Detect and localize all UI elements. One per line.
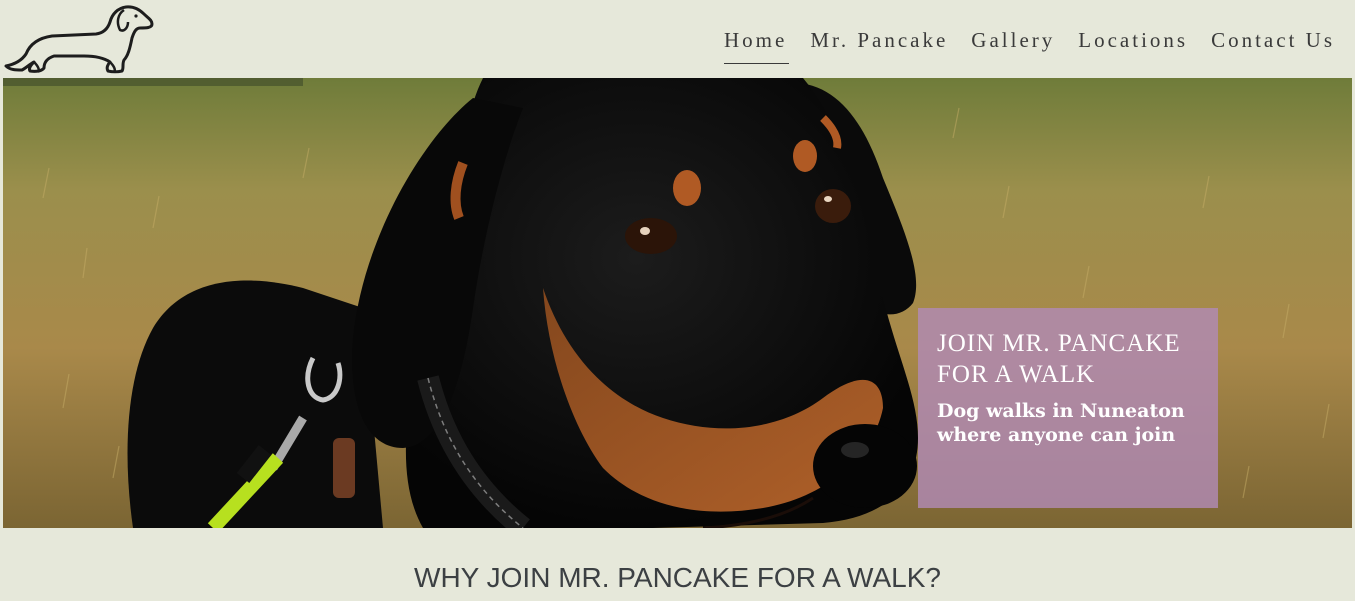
hero-banner: JOIN MR. PANCAKE FOR A WALK Dog walks in… — [3, 78, 1352, 528]
nav-item-mr-pancake[interactable]: Mr. Pancake — [810, 26, 948, 54]
page: Home Mr. Pancake Gallery Locations Conta… — [0, 0, 1355, 601]
nav-item-gallery[interactable]: Gallery — [971, 26, 1055, 54]
hero-callout-subtitle: Dog walks in Nuneaton where anyone can j… — [937, 400, 1185, 446]
nav-item-home[interactable]: Home — [723, 26, 790, 64]
main-nav: Home Mr. Pancake Gallery Locations Conta… — [701, 26, 1335, 64]
hero-callout-title: JOIN MR. PANCAKE FOR A WALK — [937, 330, 1181, 388]
nav-item-locations[interactable]: Locations — [1078, 26, 1188, 54]
site-logo[interactable] — [4, 4, 156, 76]
site-header: Home Mr. Pancake Gallery Locations Conta… — [0, 0, 1355, 78]
section-heading: WHY JOIN MR. PANCAKE FOR A WALK? — [414, 562, 941, 593]
dachshund-logo-icon — [4, 5, 154, 74]
nav-item-contact-us[interactable]: Contact Us — [1211, 26, 1335, 54]
hero-callout: JOIN MR. PANCAKE FOR A WALK Dog walks in… — [918, 308, 1218, 508]
